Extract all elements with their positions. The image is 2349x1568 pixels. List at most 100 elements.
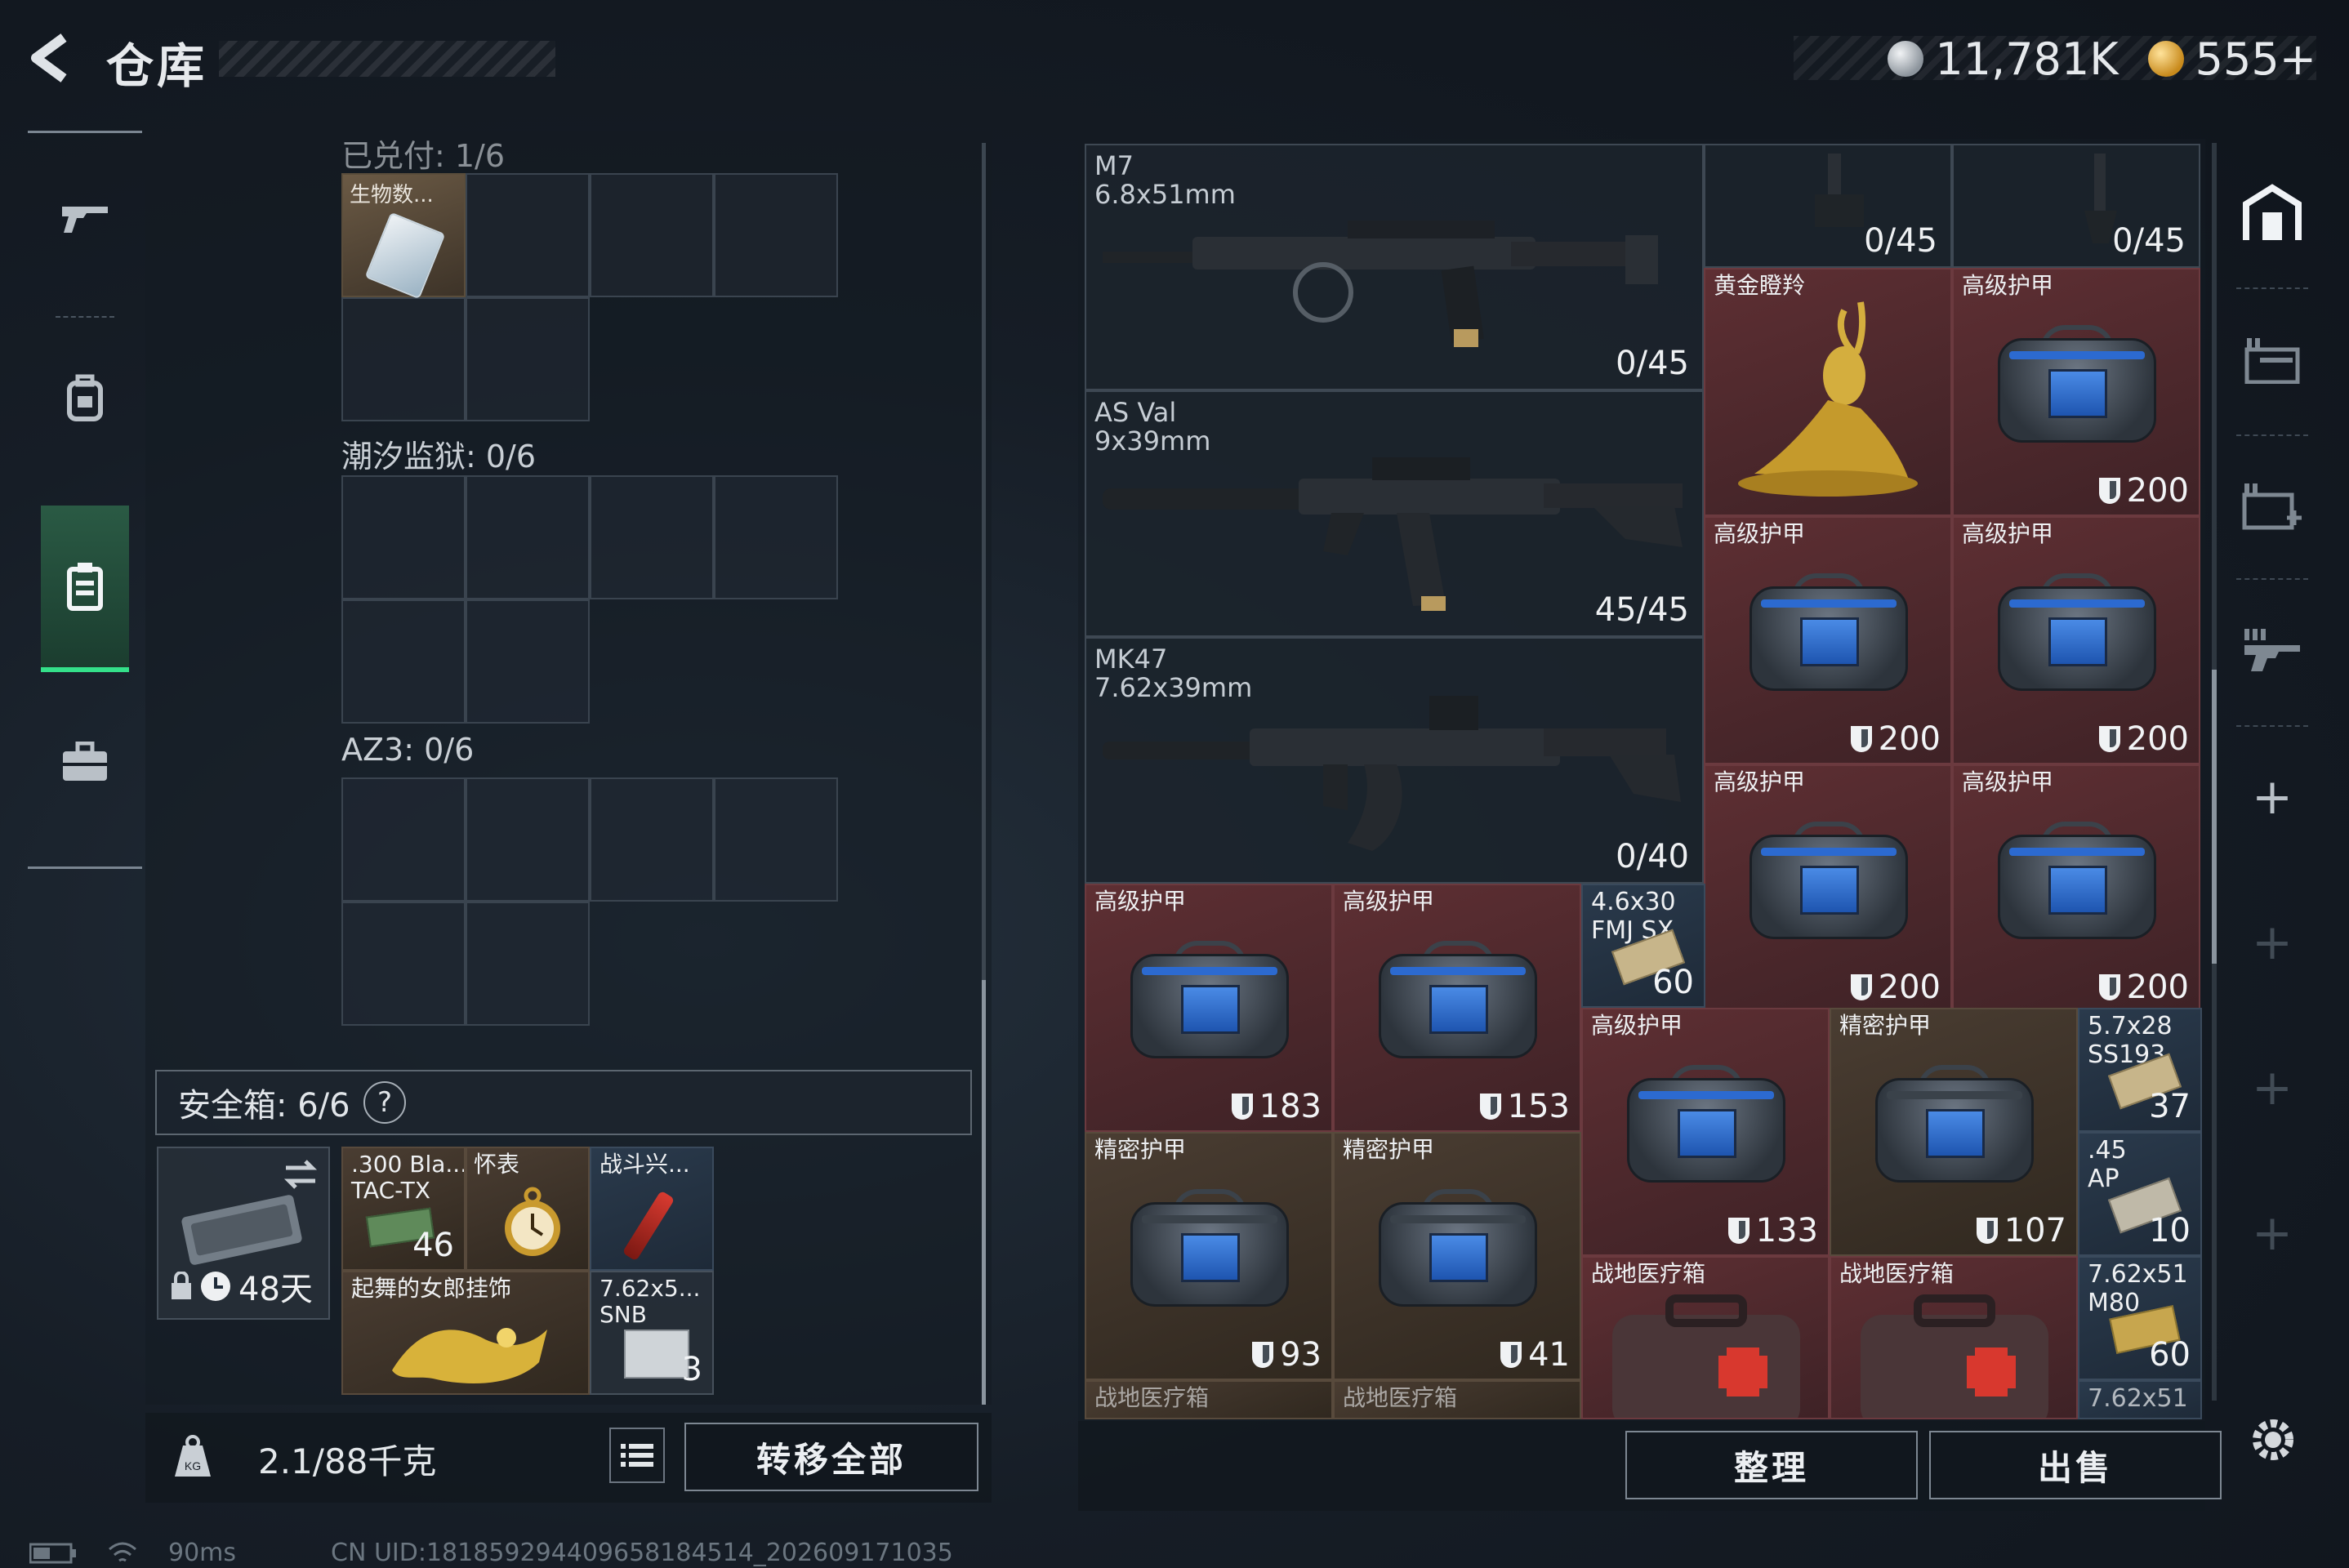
item-label: 起舞的女郎挂饰: [351, 1275, 512, 1302]
combat-stim-item[interactable]: 战斗兴...: [590, 1147, 714, 1271]
grid-cell[interactable]: [341, 297, 466, 421]
grid-cell[interactable]: [714, 173, 838, 297]
gold-currency[interactable]: 555+: [2195, 33, 2316, 85]
grid-cell[interactable]: [466, 902, 590, 1026]
gear-icon: [2253, 1419, 2293, 1460]
grid-cell[interactable]: [466, 777, 590, 902]
grid-cell[interactable]: [714, 475, 838, 599]
weapon-m7[interactable]: M7 6.8x51mm 0/45: [1085, 144, 1704, 390]
attachment-slot[interactable]: 0/45: [1704, 144, 1952, 268]
ammo-item[interactable]: 4.6x30 FMJ SX 60: [1581, 884, 1705, 1008]
first-aid-kit-icon: [1861, 1294, 2048, 1418]
category-sidebar: [28, 131, 142, 869]
medkit-item[interactable]: 战地医疗箱: [1085, 1380, 1333, 1419]
help-button[interactable]: ?: [354, 1072, 415, 1133]
item-label: 高级护甲: [1714, 768, 1806, 795]
weapon-as-val[interactable]: AS Val 9x39mm 45/45: [1085, 390, 1704, 637]
armor-item[interactable]: 高级护甲 183: [1085, 884, 1333, 1132]
ammo-item[interactable]: 7.62x51 M80 60: [2078, 1256, 2202, 1380]
left-scrollbar-thumb[interactable]: [982, 980, 986, 1405]
weapon-capacity: 0/40: [1616, 838, 1689, 875]
shield-icon: [1976, 1218, 1998, 1244]
grid-cell[interactable]: [466, 599, 590, 724]
armor-item[interactable]: 高级护甲 200: [1704, 516, 1952, 764]
armor-item[interactable]: 高级护甲 200: [1952, 516, 2200, 764]
medkit-item[interactable]: 战地医疗箱: [1581, 1256, 1830, 1419]
armor-item[interactable]: 高级护甲 200: [1952, 268, 2200, 516]
armor-item[interactable]: 高级护甲 200: [1952, 764, 2200, 1013]
safebox-label: 安全箱: 6/6: [178, 1087, 350, 1125]
item-label: 战地医疗箱: [1094, 1384, 1210, 1411]
medkit-item[interactable]: 战地医疗箱: [1333, 1380, 1581, 1419]
ammo-item[interactable]: 7.62x51: [2078, 1380, 2202, 1419]
shield-icon: [2098, 974, 2120, 1000]
item-count: 60: [2149, 1336, 2191, 1374]
ammo-item[interactable]: 7.62x5... SNB 3: [590, 1271, 714, 1395]
pocket-watch-icon: [505, 1187, 560, 1256]
weapon-mk47[interactable]: MK47 7.62x39mm 0/40: [1085, 637, 1704, 884]
plus-icon: +: [2251, 914, 2293, 971]
grid-cell[interactable]: [341, 777, 466, 902]
first-aid-kit-icon: [1612, 1294, 1800, 1418]
golden-gazelle-item[interactable]: 黄金瞪羚: [1704, 268, 1952, 516]
dancer-charm-item[interactable]: 起舞的女郎挂饰: [341, 1271, 590, 1395]
sidebar-item-briefcase[interactable]: [41, 688, 129, 835]
armor-item[interactable]: 精密护甲 107: [1830, 1008, 2078, 1256]
bio-data-item[interactable]: 生物数...: [341, 173, 466, 300]
armor-bag-icon: [1991, 567, 2163, 697]
grid-cell[interactable]: [466, 297, 590, 421]
organize-button[interactable]: 整理: [1625, 1431, 1918, 1499]
item-label: 高级护甲: [1343, 888, 1435, 915]
grid-cell[interactable]: [590, 173, 714, 297]
ammo-item[interactable]: 5.7x28 SS193 37: [2078, 1008, 2202, 1132]
grid-cell[interactable]: [466, 173, 590, 297]
ping-value: 90ms: [168, 1539, 237, 1567]
armor-bag-icon: [1743, 567, 1914, 697]
grid-cell[interactable]: [466, 475, 590, 599]
plus-icon: +: [2251, 768, 2293, 826]
ammo-item[interactable]: .300 Bla... TAC-TX 46: [341, 1147, 466, 1271]
armor-item[interactable]: 高级护甲 200: [1704, 764, 1952, 1013]
attachment-slot[interactable]: 0/45: [1952, 144, 2200, 268]
weapon-name: M7: [1094, 150, 1134, 181]
warehouse-icon: [2243, 184, 2302, 240]
weapon-capacity: 0/45: [1616, 345, 1689, 382]
grid-cell[interactable]: [590, 475, 714, 599]
shield-icon: [2098, 726, 2120, 752]
safebox-case[interactable]: 48天: [157, 1147, 330, 1320]
tab-storage-2[interactable]: [2228, 441, 2316, 572]
settings-button[interactable]: [2244, 1411, 2302, 1468]
back-button[interactable]: [25, 29, 82, 87]
grid-cell[interactable]: [714, 777, 838, 902]
tab-warehouse[interactable]: [2228, 147, 2316, 278]
grid-cell[interactable]: [341, 902, 466, 1026]
sidebar-item-weapons[interactable]: [41, 145, 129, 292]
armor-item[interactable]: 高级护甲 153: [1333, 884, 1581, 1132]
battery-icon: [29, 1543, 76, 1563]
armor-item[interactable]: 精密护甲 93: [1085, 1132, 1333, 1380]
transfer-all-button[interactable]: 转移全部: [684, 1423, 978, 1491]
sidebar-item-container[interactable]: [41, 506, 129, 672]
ammo-item[interactable]: .45 AP 10: [2078, 1132, 2202, 1256]
safebox-header: 安全箱: 6/6 ?: [155, 1070, 972, 1135]
item-label: 生物数...: [350, 183, 434, 207]
medkit-item[interactable]: 战地医疗箱: [1830, 1256, 2078, 1419]
grid-cell[interactable]: [590, 777, 714, 902]
safebox-days: 48天: [238, 1271, 313, 1308]
item-count: 46: [412, 1227, 454, 1264]
sell-button[interactable]: 出售: [1929, 1431, 2222, 1499]
item-label: .300 Bla... TAC-TX: [351, 1151, 466, 1205]
durability: 183: [1231, 1088, 1322, 1125]
list-view-button[interactable]: [609, 1428, 665, 1483]
armor-item[interactable]: 高级护甲 133: [1581, 1008, 1830, 1256]
sidebar-item-backpack[interactable]: [41, 324, 129, 471]
gun-icon: [62, 207, 108, 233]
add-storage-button[interactable]: +: [2228, 732, 2316, 862]
armor-item[interactable]: 精密护甲 41: [1333, 1132, 1581, 1380]
tab-storage-1[interactable]: [2228, 294, 2316, 425]
tab-storage-3[interactable]: [2228, 585, 2316, 715]
grid-cell[interactable]: [341, 475, 466, 599]
right-scrollbar-thumb[interactable]: [2212, 670, 2217, 964]
grid-cell[interactable]: [341, 599, 466, 724]
pocket-watch-item[interactable]: 怀表: [466, 1147, 590, 1271]
